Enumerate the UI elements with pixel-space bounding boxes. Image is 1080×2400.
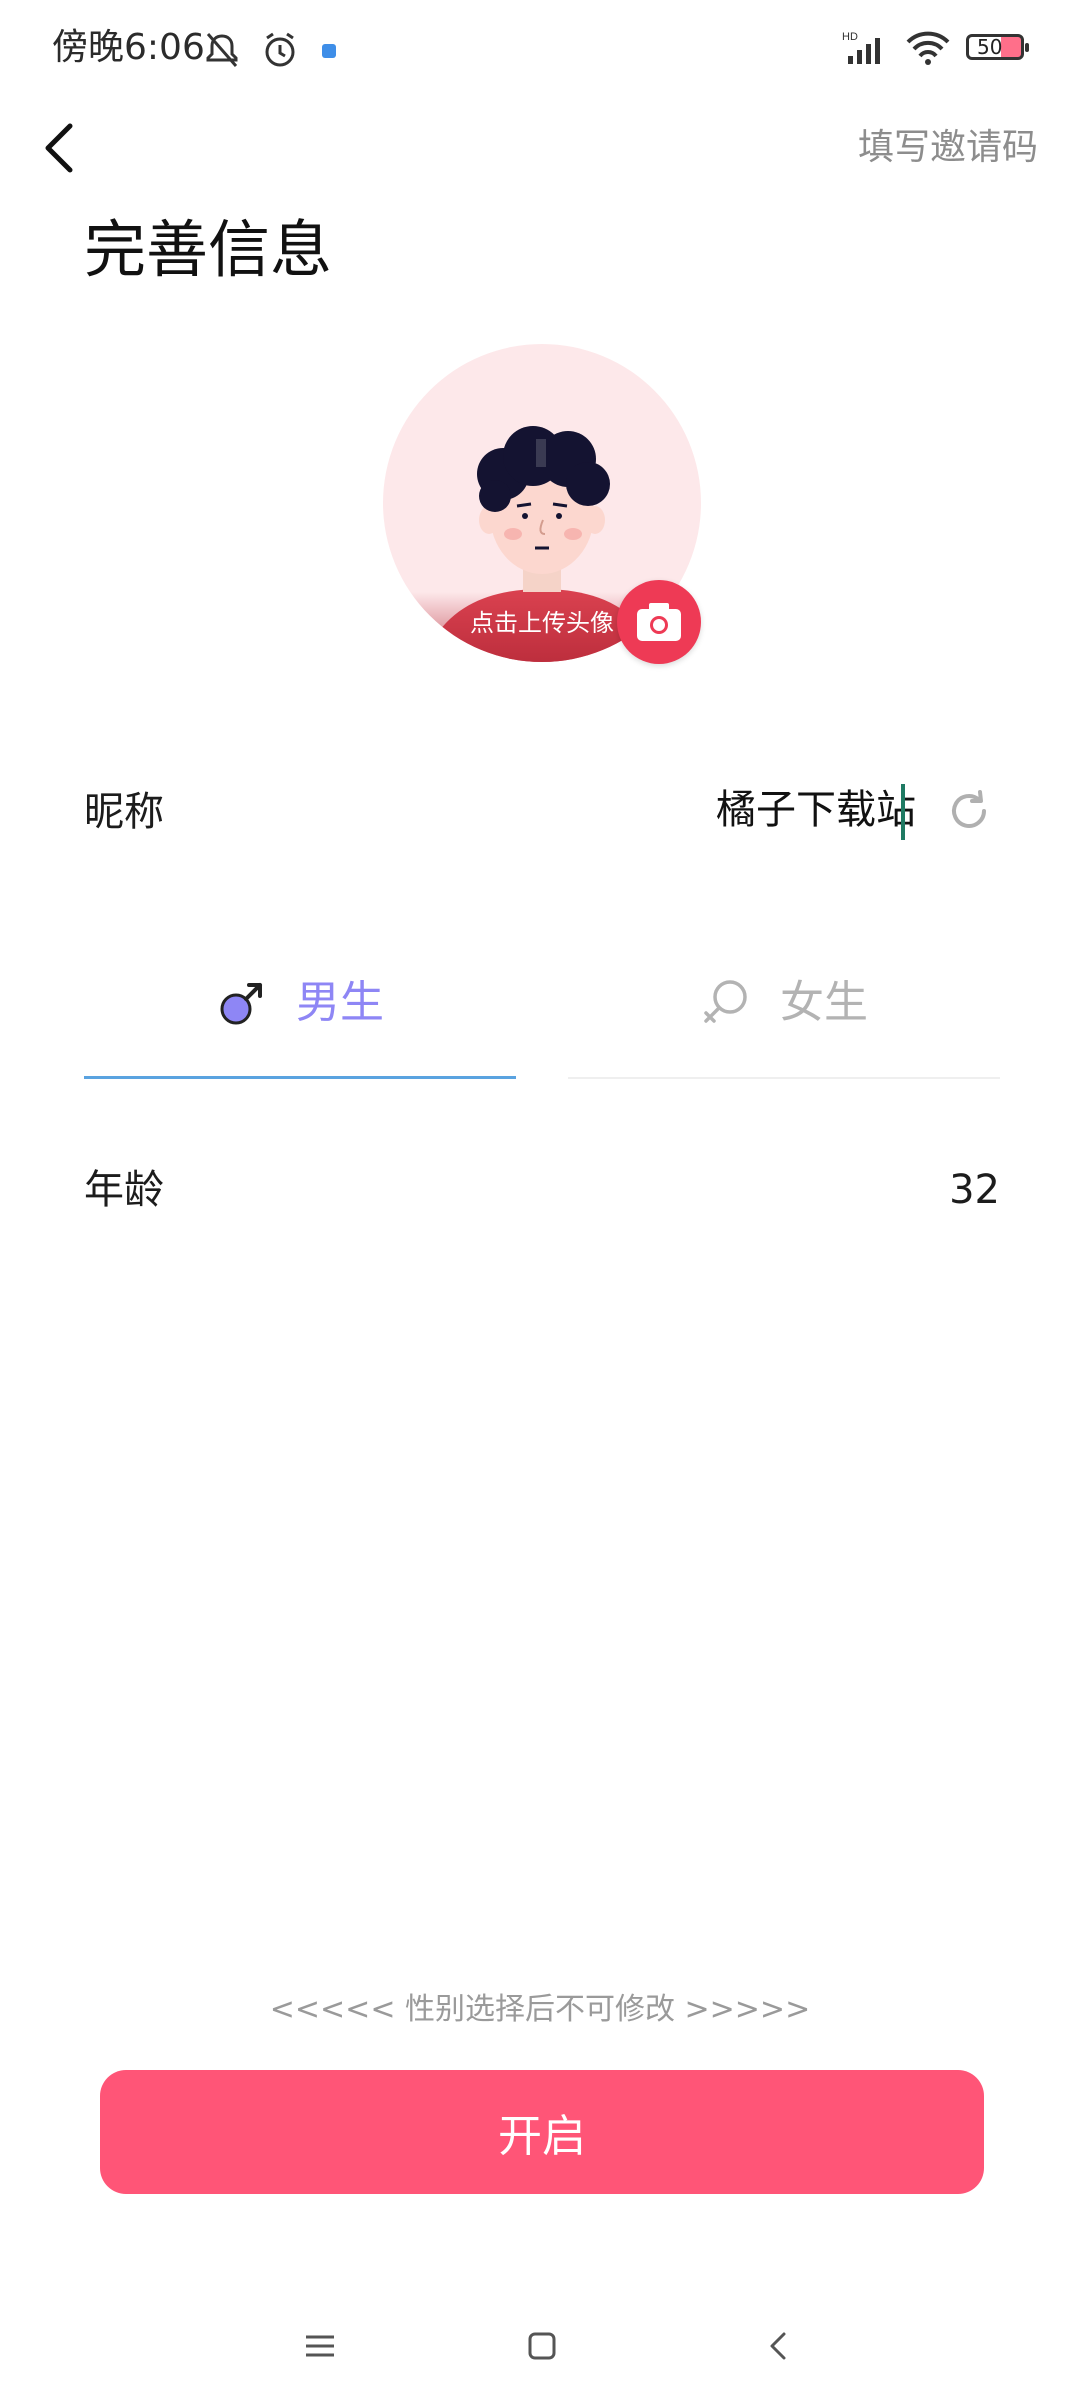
refresh-nickname-button[interactable] [944,786,994,836]
gender-tab-male[interactable]: 男生 [84,958,516,1078]
age-value[interactable]: 32 [949,1160,1000,1220]
home-button[interactable] [512,2316,572,2376]
menu-icon [306,2335,334,2357]
camera-button[interactable] [617,580,701,664]
text-cursor [901,784,905,840]
male-icon [220,983,262,1025]
gender-tab-female[interactable]: 女生 [568,958,1000,1078]
age-label: 年龄 [84,1167,164,1213]
hd-signal-icon: HD [842,31,880,64]
gender-label-male: 男生 [296,977,384,1028]
chevron-left-icon [45,123,73,173]
female-icon [704,980,747,1023]
alarm-icon [265,32,295,67]
mute-icon [206,33,238,67]
nickname-input[interactable] [516,780,916,840]
app-notification-icon [322,44,336,58]
system-back-button[interactable] [750,2316,810,2376]
camera-icon [637,603,681,641]
home-icon [528,2332,556,2360]
page-title: 完善信息 [84,213,333,286]
invite-code-link[interactable]: 填写邀请码 [858,118,1038,178]
wifi-icon [906,31,950,65]
back-button[interactable] [32,112,96,184]
gender-label-female: 女生 [780,977,868,1028]
back-nav-icon [770,2332,786,2360]
svg-text:HD: HD [842,31,858,43]
status-time: 傍晚6:06 [52,27,205,68]
nickname-label: 昵称 [84,789,164,835]
refresh-icon [952,790,986,828]
start-button[interactable]: 开启 [100,2070,984,2194]
menu-button[interactable] [290,2316,350,2376]
gender-notice: <<<<< 性别选择后不可修改 >>>>> [269,1992,811,2027]
tab-divider [568,1077,1000,1079]
selected-tab-indicator [84,1076,516,1079]
battery-icon: 50 [966,34,1029,60]
